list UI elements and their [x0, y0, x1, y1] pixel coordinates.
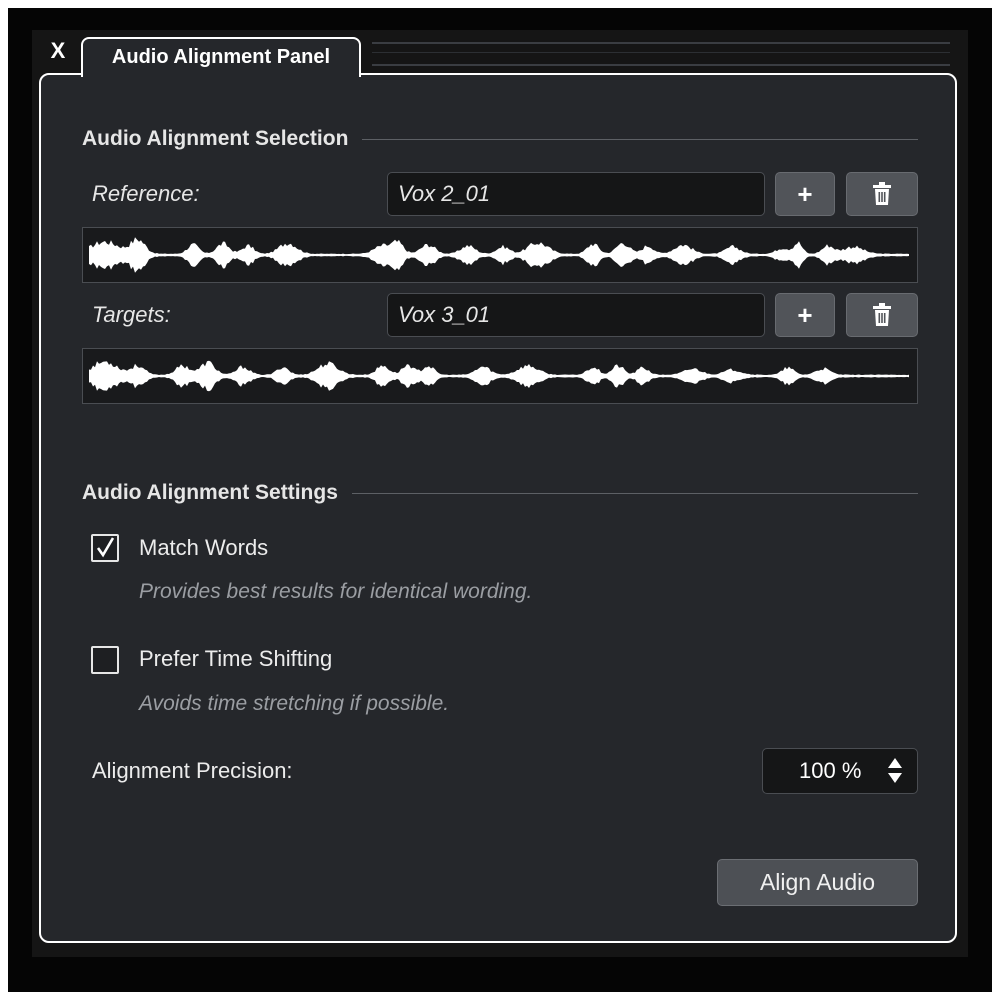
selection-title-text: Audio Alignment Selection — [82, 127, 349, 150]
plus-icon: + — [797, 179, 813, 209]
reference-label: Reference: — [92, 181, 200, 206]
section-divider — [362, 138, 918, 140]
prefer-time-shifting-label: Prefer Time Shifting — [139, 646, 333, 671]
checkmark-icon — [96, 537, 115, 558]
delete-target-button[interactable] — [846, 293, 918, 337]
tab-bar-divider — [372, 42, 950, 66]
close-button[interactable]: X — [47, 38, 69, 64]
stepper-arrows-icon[interactable] — [887, 757, 903, 785]
alignment-precision-stepper[interactable]: 100 % — [762, 748, 918, 794]
reference-field[interactable]: Vox 2_01 — [387, 172, 765, 216]
match-words-checkbox[interactable] — [91, 534, 119, 562]
section-divider — [351, 492, 918, 494]
add-target-button[interactable]: + — [775, 293, 835, 337]
tab-audio-alignment-panel[interactable]: Audio Alignment Panel — [81, 37, 361, 77]
settings-title-text: Audio Alignment Settings — [82, 481, 338, 504]
precision-value: 100 % — [799, 758, 862, 783]
match-words-label: Match Words — [139, 535, 269, 560]
settings-section-title: Audio Alignment Settings — [82, 478, 918, 508]
match-words-hint: Provides best results for identical word… — [139, 580, 533, 603]
prefer-time-shifting-hint: Avoids time stretching if possible. — [139, 692, 450, 715]
plus-icon: + — [797, 300, 813, 330]
targets-field[interactable]: Vox 3_01 — [387, 293, 765, 337]
trash-icon — [873, 303, 891, 326]
add-reference-button[interactable]: + — [775, 172, 835, 216]
selection-section-title: Audio Alignment Selection — [82, 124, 918, 154]
delete-reference-button[interactable] — [846, 172, 918, 216]
prefer-time-shifting-checkbox[interactable] — [91, 646, 119, 674]
align-audio-button[interactable]: Align Audio — [717, 859, 918, 906]
targets-label: Targets: — [92, 302, 171, 327]
alignment-precision-label: Alignment Precision: — [92, 758, 293, 783]
trash-icon — [873, 182, 891, 205]
targets-waveform — [82, 348, 918, 404]
reference-waveform — [82, 227, 918, 283]
